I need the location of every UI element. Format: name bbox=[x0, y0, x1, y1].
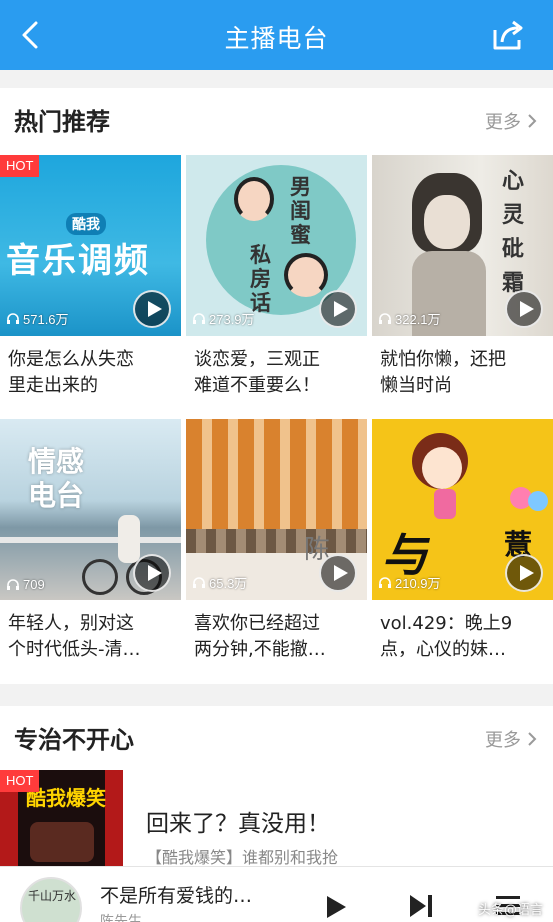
mini-player: 千山万水 不是所有爱钱的… 陈先生 头条@语言 bbox=[0, 866, 553, 922]
cover-art-body bbox=[434, 489, 456, 519]
cover-text: 酷我 bbox=[66, 213, 106, 235]
cover-text: 千山万水 bbox=[28, 889, 77, 903]
watermark-text: 头条@语言 bbox=[477, 903, 543, 918]
cover-text: 私房话 bbox=[250, 243, 271, 315]
headphones-icon bbox=[193, 577, 205, 588]
cover-art-building bbox=[186, 419, 367, 529]
play-count-value: 273.9万 bbox=[209, 312, 255, 327]
headphones-icon bbox=[193, 313, 205, 324]
station-cover[interactable]: 男闺蜜 私房话 273.9万 bbox=[186, 155, 367, 336]
section-header: 专治不开心 更多 bbox=[0, 706, 553, 766]
play-count: 210.9万 bbox=[378, 573, 441, 592]
play-button[interactable] bbox=[505, 290, 543, 328]
more-label: 更多 bbox=[485, 730, 521, 751]
headphones-icon bbox=[7, 313, 19, 324]
cover-art-people bbox=[30, 822, 94, 862]
cover-art-balloon bbox=[528, 491, 548, 511]
play-icon[interactable] bbox=[325, 895, 347, 919]
section-title: 热门推荐 bbox=[14, 108, 110, 136]
station-title-text: 谈恋爱，三观正 难道不重要么！ bbox=[194, 349, 320, 396]
watermark-logo-icon bbox=[457, 900, 474, 917]
station-title-text: 你是怎么从失恋 里走出来的 bbox=[8, 349, 134, 396]
cover-art-face bbox=[284, 253, 328, 297]
station-title-text: 年轻人，别对这 个时代低头-清… bbox=[8, 613, 141, 660]
play-button[interactable] bbox=[319, 554, 357, 592]
play-count: 322.1万 bbox=[378, 309, 441, 328]
play-button[interactable] bbox=[319, 290, 357, 328]
play-count-value: 210.9万 bbox=[395, 576, 441, 591]
hot-recommend-section: 热门推荐 更多 酷我 音乐调频 HOT 571.6万 你是怎么从失恋 里走出来的… bbox=[0, 88, 553, 684]
cover-art-face bbox=[234, 177, 274, 221]
cover-art-face bbox=[422, 447, 462, 489]
cover-art-rail bbox=[186, 529, 367, 553]
play-count-value: 709 bbox=[23, 577, 45, 592]
station-title[interactable]: 喜欢你已经超过 两分钟,不能撤… bbox=[194, 611, 362, 663]
station-title-text: vol.429：晚上9 点，心仪的妹… bbox=[380, 613, 513, 660]
cover-art-railing bbox=[0, 537, 181, 543]
next-track-icon[interactable] bbox=[408, 893, 434, 919]
play-count: 571.6万 bbox=[6, 309, 69, 328]
station-cover[interactable]: 情感 电台 709 bbox=[0, 419, 181, 600]
station-title[interactable]: 你是怎么从失恋 里走出来的 bbox=[8, 347, 176, 399]
now-playing-title[interactable]: 不是所有爱钱的… bbox=[100, 881, 252, 908]
station-title[interactable]: 年轻人，别对这 个时代低头-清… bbox=[8, 611, 176, 663]
cover-text: 心灵砒霜 bbox=[502, 169, 525, 296]
station-title[interactable]: vol.429：晚上9 点，心仪的妹… bbox=[380, 611, 548, 663]
hot-badge: HOT bbox=[0, 770, 40, 792]
station-title[interactable]: 谈恋爱，三观正 难道不重要么！ bbox=[194, 347, 362, 399]
section-header: 热门推荐 更多 bbox=[0, 88, 553, 148]
cover-text-line: 电台 bbox=[28, 479, 85, 512]
chevron-right-icon bbox=[528, 114, 537, 128]
cover-text: 男闺蜜 bbox=[290, 175, 311, 247]
page-title: 主播电台 bbox=[224, 24, 329, 53]
play-button[interactable] bbox=[133, 554, 171, 592]
station-title[interactable]: 回来了？真没用！ bbox=[146, 804, 330, 838]
cover-text: 情感 电台 bbox=[28, 445, 98, 513]
headphones-icon bbox=[7, 579, 19, 590]
play-button[interactable] bbox=[133, 290, 171, 328]
station-cover[interactable]: 心灵砒霜 322.1万 bbox=[372, 155, 553, 336]
station-cover[interactable]: 酷我 音乐调频 HOT 571.6万 bbox=[0, 155, 181, 336]
station-cover[interactable]: 与 薏 210.9万 bbox=[372, 419, 553, 600]
hot-badge: HOT bbox=[0, 155, 40, 177]
share-icon[interactable] bbox=[491, 18, 527, 52]
cover-text: 音乐调频 bbox=[6, 241, 150, 281]
play-count: 709 bbox=[6, 577, 45, 592]
headphones-icon bbox=[379, 313, 391, 324]
chevron-right-icon bbox=[528, 732, 537, 746]
play-count-value: 322.1万 bbox=[395, 312, 441, 327]
station-subtitle: 【酷我爆笑】谁都别和我抢 bbox=[146, 848, 339, 867]
cover-art-face bbox=[424, 195, 470, 249]
more-link[interactable]: 更多 bbox=[485, 108, 537, 134]
cover-text-line: 情感 bbox=[28, 445, 85, 478]
section-title: 专治不开心 bbox=[14, 726, 134, 754]
play-count-value: 65.3万 bbox=[209, 576, 248, 591]
play-count: 65.3万 bbox=[192, 573, 247, 592]
top-bar: 主播电台 bbox=[0, 0, 553, 70]
station-title-text: 就怕你懒，还把 懒当时尚 bbox=[380, 349, 506, 396]
cover-art-wheel bbox=[82, 559, 118, 595]
station-title[interactable]: 就怕你懒，还把 懒当时尚 bbox=[380, 347, 548, 399]
play-count: 273.9万 bbox=[192, 309, 255, 328]
more-link[interactable]: 更多 bbox=[485, 726, 537, 752]
cover-art-curtain bbox=[105, 770, 123, 870]
play-count-value: 571.6万 bbox=[23, 312, 69, 327]
now-playing-artist: 陈先生 bbox=[100, 914, 142, 922]
watermark: 头条@语言 bbox=[457, 899, 543, 918]
play-button[interactable] bbox=[505, 554, 543, 592]
station-cover[interactable]: 陈 65.3万 bbox=[186, 419, 367, 600]
headphones-icon bbox=[379, 577, 391, 588]
cover-art-rider bbox=[118, 515, 140, 563]
now-playing-cover[interactable]: 千山万水 bbox=[20, 877, 82, 922]
station-cover[interactable]: 酷我爆笑 HOT bbox=[0, 770, 123, 870]
station-title-text: 喜欢你已经超过 两分钟,不能撤… bbox=[194, 613, 326, 660]
more-label: 更多 bbox=[485, 112, 521, 133]
